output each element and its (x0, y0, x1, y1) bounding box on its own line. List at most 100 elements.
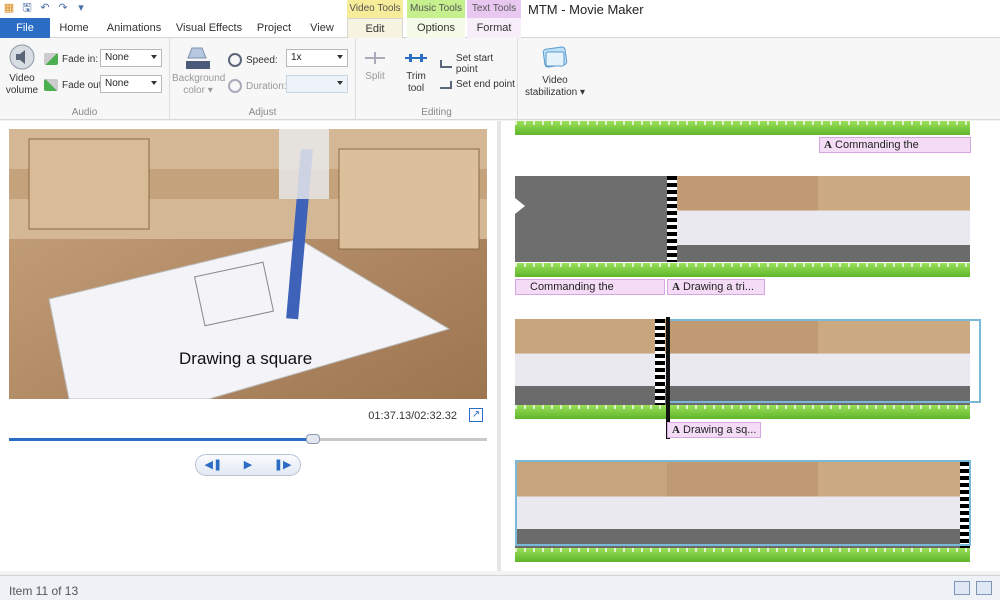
window-title: MTM - Movie Maker (528, 2, 644, 17)
fade-in-label: Fade in: (62, 53, 99, 65)
caption-clip[interactable]: A Drawing a tri... (667, 279, 765, 295)
tab-view[interactable]: View (306, 18, 338, 38)
zoom-icon[interactable] (976, 581, 992, 595)
video-volume-label: Video volume (5, 73, 39, 96)
text-icon: A (672, 424, 680, 436)
play-arrow-icon (515, 198, 525, 214)
caption-text: Drawing a tri... (683, 281, 754, 293)
previous-frame-icon[interactable]: ◀❚ (202, 457, 224, 473)
fade-out-row: Fade out: (44, 79, 104, 91)
audio-track (515, 405, 970, 419)
playhead[interactable] (666, 317, 670, 439)
duration-dropdown[interactable] (286, 75, 348, 93)
fade-out-dropdown[interactable]: None (100, 75, 162, 93)
status-bar: Item 11 of 13 (0, 575, 1000, 600)
storyboard: A Commanding the Commanding the A Drawin… (501, 121, 1000, 571)
tab-project[interactable]: Project (253, 18, 295, 38)
caption-text: Commanding the (835, 139, 919, 151)
caption-clip[interactable]: Commanding the (515, 279, 665, 295)
set-end-label: Set end point (456, 79, 515, 90)
tab-animations[interactable]: Animations (104, 18, 164, 38)
text-icon: A (672, 281, 680, 293)
customize-icon[interactable]: ▾ (74, 1, 88, 15)
stabilization-icon (542, 46, 568, 68)
video-clip[interactable] (667, 176, 818, 262)
audio-group: Video volume Fade in: None Fade out: Non… (0, 38, 170, 120)
caption-clip[interactable]: A Commanding the (819, 137, 971, 153)
redo-icon[interactable]: ↷ (56, 1, 70, 15)
fade-in-row: Fade in: (44, 53, 98, 65)
seek-bar[interactable] (9, 434, 487, 444)
chevron-down-icon (337, 55, 343, 59)
speed-dropdown[interactable]: 1x (286, 49, 348, 67)
video-volume-button[interactable]: Video volume (4, 44, 40, 97)
seek-progress (9, 438, 313, 441)
video-stabilization-button[interactable]: Video stabilization ▾ (524, 44, 586, 99)
movie-maker-icon[interactable]: ▦ (2, 1, 16, 15)
video-tools-group: Video Tools (347, 0, 403, 18)
tab-visual-effects[interactable]: Visual Effects (175, 18, 243, 38)
speed-icon (228, 53, 242, 67)
caption-text: Drawing a sq... (683, 424, 757, 436)
fade-out-label: Fade out: (62, 79, 105, 91)
audio-track (515, 121, 970, 135)
video-preview[interactable]: Drawing a square (9, 129, 487, 399)
set-end-icon (440, 80, 452, 89)
fade-in-dropdown[interactable]: None (100, 49, 162, 67)
tab-home[interactable]: Home (56, 18, 92, 38)
set-end-point-button[interactable]: Set end point (440, 79, 515, 90)
split-button[interactable]: Split (360, 48, 390, 83)
duration-icon (228, 79, 242, 93)
ribbon-tabs: File Home Animations Visual Effects Proj… (0, 18, 1000, 39)
trim-icon (405, 54, 427, 62)
status-item-count: Item 11 of 13 (9, 584, 79, 598)
duration-row: Duration: (228, 79, 287, 93)
split-icon (365, 52, 385, 64)
speed-value: 1x (291, 52, 302, 63)
adjust-group: Background color ▾ Speed: 1x Duration: A… (170, 38, 356, 120)
background-color-button[interactable]: Background color ▾ (172, 44, 226, 97)
video-clip[interactable] (818, 176, 970, 262)
next-frame-icon[interactable]: ❚▶ (272, 457, 294, 473)
clip-row (515, 176, 970, 262)
video-caption: Drawing a square (179, 349, 313, 368)
selected-clip-outline (667, 319, 981, 403)
fade-out-icon (44, 79, 58, 91)
fade-in-icon (44, 53, 58, 65)
duration-label: Duration: (246, 80, 287, 92)
title-bar: ▦ 🖫 ↶ ↷ ▾ Video Tools Music Tools Text T… (0, 0, 1000, 18)
caption-clip[interactable]: A Drawing a sq... (667, 422, 761, 438)
ribbon: Video volume Fade in: None Fade out: Non… (0, 38, 1000, 120)
tab-options[interactable]: Options (407, 18, 465, 38)
editing-group-label: Editing (421, 107, 452, 118)
tab-edit[interactable]: Edit (347, 18, 403, 39)
trim-tool-button[interactable]: Trim tool (400, 48, 432, 95)
trim-tool-label: Trim tool (406, 71, 426, 94)
selected-clip-outline (515, 460, 971, 546)
preview-pane: Drawing a square 01:37.13/02:32.32 ↗ ◀❚ … (0, 121, 497, 571)
chevron-down-icon (337, 81, 343, 85)
transition-marker (667, 176, 677, 262)
storyboard-view-icon[interactable] (954, 581, 970, 595)
fullscreen-icon[interactable]: ↗ (469, 408, 483, 422)
set-start-label: Set start point (455, 53, 494, 75)
video-stabilization-label: Video stabilization (524, 75, 578, 98)
paint-bucket-icon (186, 47, 210, 69)
background-color-label: Background color (172, 73, 226, 96)
black-clip[interactable] (515, 176, 667, 262)
speed-row: Speed: (228, 53, 278, 67)
video-clip[interactable] (515, 319, 667, 405)
set-start-icon (440, 60, 452, 68)
undo-icon[interactable]: ↶ (38, 1, 52, 15)
seek-thumb[interactable] (305, 434, 320, 444)
play-icon[interactable]: ▶ (237, 457, 259, 473)
tab-format[interactable]: Format (467, 18, 521, 38)
split-label: Split (365, 71, 385, 82)
tab-file[interactable]: File (0, 18, 50, 38)
audio-group-label: Audio (71, 107, 98, 118)
set-start-point-button[interactable]: Set start point (440, 53, 517, 75)
view-switcher (954, 581, 992, 595)
fade-out-value: None (105, 78, 129, 89)
text-icon: A (824, 139, 832, 151)
save-icon[interactable]: 🖫 (20, 1, 34, 15)
